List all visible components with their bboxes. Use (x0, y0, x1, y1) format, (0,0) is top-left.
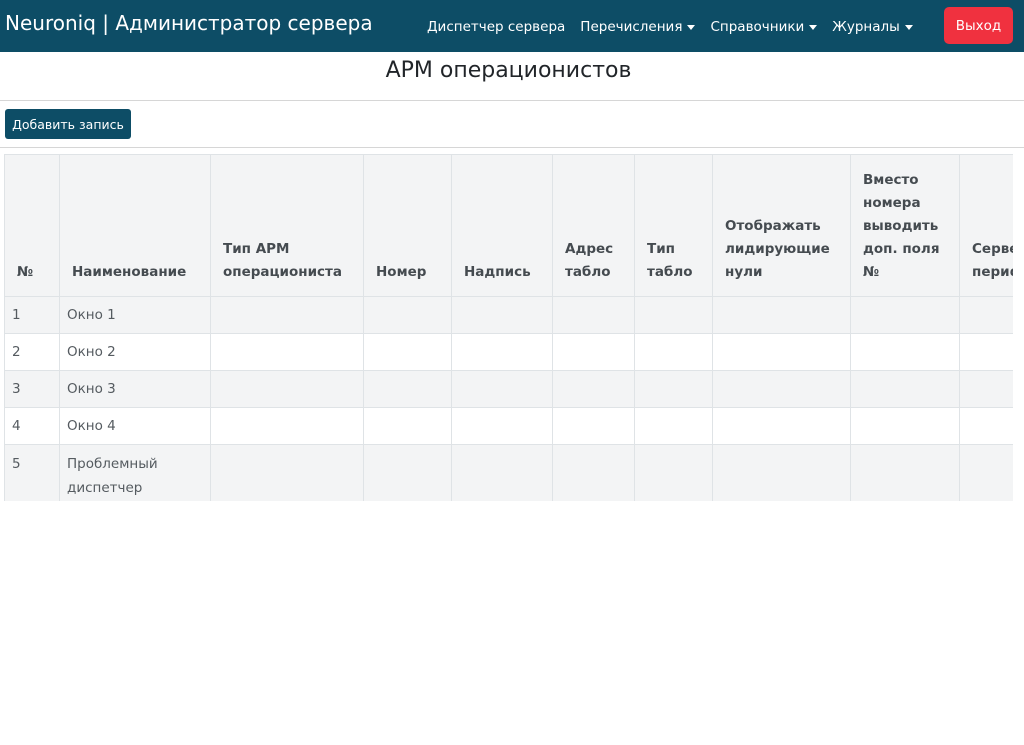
cell-number: 2 (4, 333, 60, 371)
cell (712, 370, 851, 408)
table-row[interactable]: 5 Проблемный диспетчер (4, 444, 1013, 501)
cell (959, 333, 1013, 371)
caret-down-icon (904, 24, 913, 30)
column-header-board-address[interactable]: Адрес табло (552, 154, 635, 297)
cell (451, 444, 553, 501)
column-header-number[interactable]: № (4, 154, 60, 297)
nav-item-label: Справочники (710, 19, 805, 35)
cell (552, 333, 635, 371)
cell (634, 333, 713, 371)
logout-button[interactable]: Выход (944, 7, 1013, 44)
cell (210, 296, 364, 334)
nav-item-enumerations[interactable]: Перечисления (580, 19, 696, 35)
cell (363, 333, 452, 371)
cell (850, 370, 960, 408)
caret-down-icon (687, 24, 696, 30)
cell (451, 407, 553, 445)
nav-item-server-manager[interactable]: Диспетчер сервера (427, 19, 565, 35)
cell (634, 296, 713, 334)
table-row[interactable]: 3 Окно 3 (4, 370, 1013, 408)
cell (959, 370, 1013, 408)
cell-name: Окно 2 (59, 333, 211, 371)
cell (712, 444, 851, 501)
cell (363, 296, 452, 334)
cell (363, 370, 452, 408)
column-header-name[interactable]: Наименование (59, 154, 211, 297)
cell (634, 444, 713, 501)
cell (552, 296, 635, 334)
page-title: АРМ операционистов (385, 58, 632, 83)
column-header-extra-field[interactable]: Вместо номера выводить доп. поля № (850, 154, 960, 297)
cell-number: 5 (4, 444, 60, 501)
cell-name: Проблемный диспетчер (59, 444, 211, 501)
cell (552, 407, 635, 445)
column-header-arm-type[interactable]: Тип АРМ операциониста (210, 154, 364, 297)
top-navbar: Neuroniq | Администратор сервера Диспетч… (0, 0, 1024, 52)
table-header-row: № Наименование Тип АРМ операциониста Ном… (4, 154, 1013, 297)
cell-name: Окно 1 (59, 296, 211, 334)
caret-down-icon (809, 24, 818, 30)
cell-number: 1 (4, 296, 60, 334)
cell (959, 407, 1013, 445)
nav-item-label: Диспетчер сервера (427, 19, 566, 35)
cell (363, 407, 452, 445)
cell (451, 370, 553, 408)
add-record-button[interactable]: Добавить запись (5, 109, 131, 139)
cell (850, 444, 960, 501)
cell (210, 333, 364, 371)
cell (451, 296, 553, 334)
operators-table: № Наименование Тип АРМ операциониста Ном… (4, 154, 1013, 501)
cell (210, 407, 364, 445)
table-row[interactable]: 2 Окно 2 (4, 333, 1013, 371)
nav-menu: Диспетчер сервера Перечисления Справочни… (427, 16, 928, 38)
nav-item-directories[interactable]: Справочники (710, 19, 818, 35)
operators-table-container[interactable]: № Наименование Тип АРМ операциониста Ном… (4, 154, 1013, 501)
cell (363, 444, 452, 501)
nav-item-label: Перечисления (580, 19, 683, 35)
cell (634, 370, 713, 408)
nav-item-journals[interactable]: Журналы (832, 19, 913, 35)
app-brand[interactable]: Neuroniq | Администратор сервера (5, 10, 373, 36)
cell (210, 370, 364, 408)
cell (712, 333, 851, 371)
cell (850, 333, 960, 371)
cell-name: Окно 4 (59, 407, 211, 445)
cell-number: 4 (4, 407, 60, 445)
column-header-peripheral-server[interactable]: Сервер периф... (959, 154, 1013, 297)
cell (712, 296, 851, 334)
column-header-num[interactable]: Номер (363, 154, 452, 297)
column-header-caption[interactable]: Надпись (451, 154, 553, 297)
nav-item-label: Журналы (832, 19, 900, 35)
divider (0, 100, 1024, 101)
cell (850, 407, 960, 445)
column-header-board-type[interactable]: Тип табло (634, 154, 713, 297)
table-row[interactable]: 1 Окно 1 (4, 296, 1013, 334)
divider (0, 147, 1024, 148)
cell (850, 296, 960, 334)
cell (210, 444, 364, 501)
column-header-leading-zeros[interactable]: Отображать лидирующие нули (712, 154, 851, 297)
cell-name: Окно 3 (59, 370, 211, 408)
cell (552, 370, 635, 408)
cell (634, 407, 713, 445)
cell-number: 3 (4, 370, 60, 408)
cell (451, 333, 553, 371)
cell (552, 444, 635, 501)
table-row[interactable]: 4 Окно 4 (4, 407, 1013, 445)
cell (959, 296, 1013, 334)
cell (712, 407, 851, 445)
cell (959, 444, 1013, 501)
